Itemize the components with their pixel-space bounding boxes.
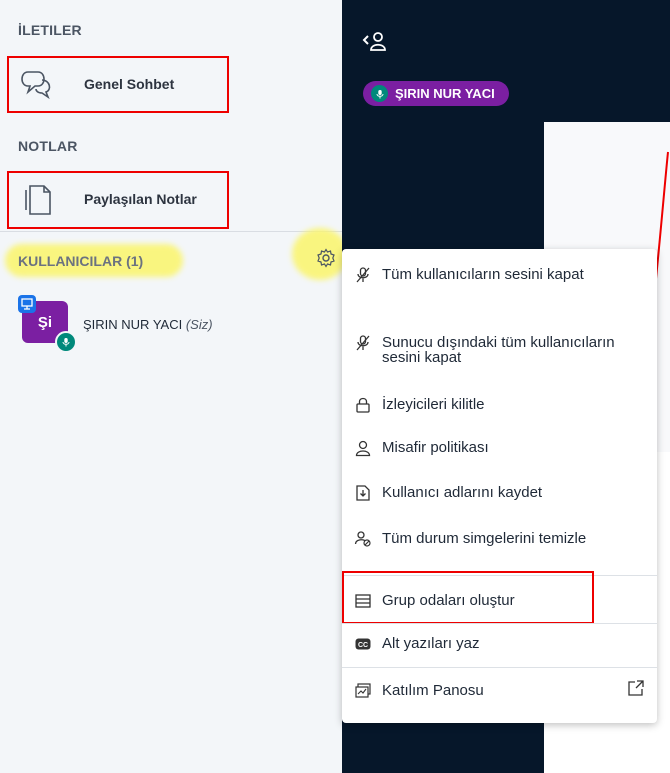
- user-list-item[interactable]: ŞIRIN NUR YACI (Siz): [83, 317, 213, 332]
- mic-off-icon: [354, 334, 372, 352]
- presenter-name-pill[interactable]: ŞIRIN NUR YACI: [363, 81, 509, 106]
- user-name: ŞIRIN NUR YACI: [83, 317, 183, 332]
- section-divider: [0, 231, 342, 232]
- annotation-box-notes: [7, 171, 229, 229]
- mute-all-label: Tüm kullanıcıların sesini kapat: [382, 266, 584, 283]
- annotation-box-chat: [7, 56, 229, 113]
- download-icon: [354, 484, 372, 502]
- closed-caption-icon: CC: [354, 635, 372, 653]
- user-avatar[interactable]: Şi: [18, 295, 77, 353]
- external-link-icon[interactable]: [627, 679, 645, 702]
- mic-icon: [55, 331, 77, 353]
- avatar-initials: Şi: [37, 313, 53, 331]
- clear-status-label: Tüm durum simgelerini temizle: [382, 530, 587, 547]
- lock-icon: [354, 396, 372, 414]
- learning-dashboard-icon: [354, 682, 372, 700]
- menu-separator: [342, 667, 657, 668]
- guest-policy-label: Misafir politikası: [382, 439, 489, 456]
- user-icon: [354, 439, 372, 457]
- mic-icon: [371, 85, 388, 102]
- notes-section-title: NOTLAR: [18, 138, 78, 154]
- menu-separator: [342, 623, 657, 624]
- gear-icon[interactable]: [316, 248, 336, 273]
- lock-viewers-label: İzleyicileri kilitle: [382, 396, 485, 413]
- clear-status-icon: [354, 530, 372, 548]
- mic-off-icon: [354, 266, 372, 284]
- mute-all-item[interactable]: Tüm kullanıcıların sesini kapat: [354, 267, 649, 284]
- annotation-box-breakout: [342, 571, 594, 624]
- user-me-label: (Siz): [185, 317, 213, 332]
- save-user-names-item[interactable]: Kullanıcı adlarını kaydet: [354, 485, 649, 502]
- presenter-icon: [18, 295, 36, 313]
- write-captions-label: Alt yazıları yaz: [382, 635, 480, 652]
- mute-except-presenter-item[interactable]: Sunucu dışındaki tüm kullanıcıların sesi…: [354, 335, 649, 365]
- save-user-names-label: Kullanıcı adlarını kaydet: [382, 484, 543, 501]
- presenter-name: ŞIRIN NUR YACI: [395, 86, 495, 101]
- guest-policy-item[interactable]: Misafir politikası: [354, 440, 649, 457]
- learning-dashboard-item[interactable]: Katılım Panosu: [354, 683, 649, 700]
- messages-section-title: İLETILER: [18, 22, 82, 38]
- mute-except-presenter-label: Sunucu dışındaki tüm kullanıcıların sesi…: [382, 334, 615, 366]
- learning-dashboard-label: Katılım Panosu: [382, 682, 484, 699]
- back-user-icon[interactable]: [362, 30, 388, 57]
- user-list-sidebar: [0, 0, 342, 773]
- clear-status-item[interactable]: Tüm durum simgelerini temizle: [354, 531, 649, 548]
- manage-users-menu: Tüm kullanıcıların sesini kapat Sunucu d…: [342, 249, 657, 723]
- lock-viewers-item[interactable]: İzleyicileri kilitle: [354, 397, 649, 414]
- users-section-title: KULLANICILAR (1): [18, 253, 144, 269]
- svg-text:CC: CC: [358, 642, 368, 649]
- write-captions-item[interactable]: CC Alt yazıları yaz: [354, 636, 649, 653]
